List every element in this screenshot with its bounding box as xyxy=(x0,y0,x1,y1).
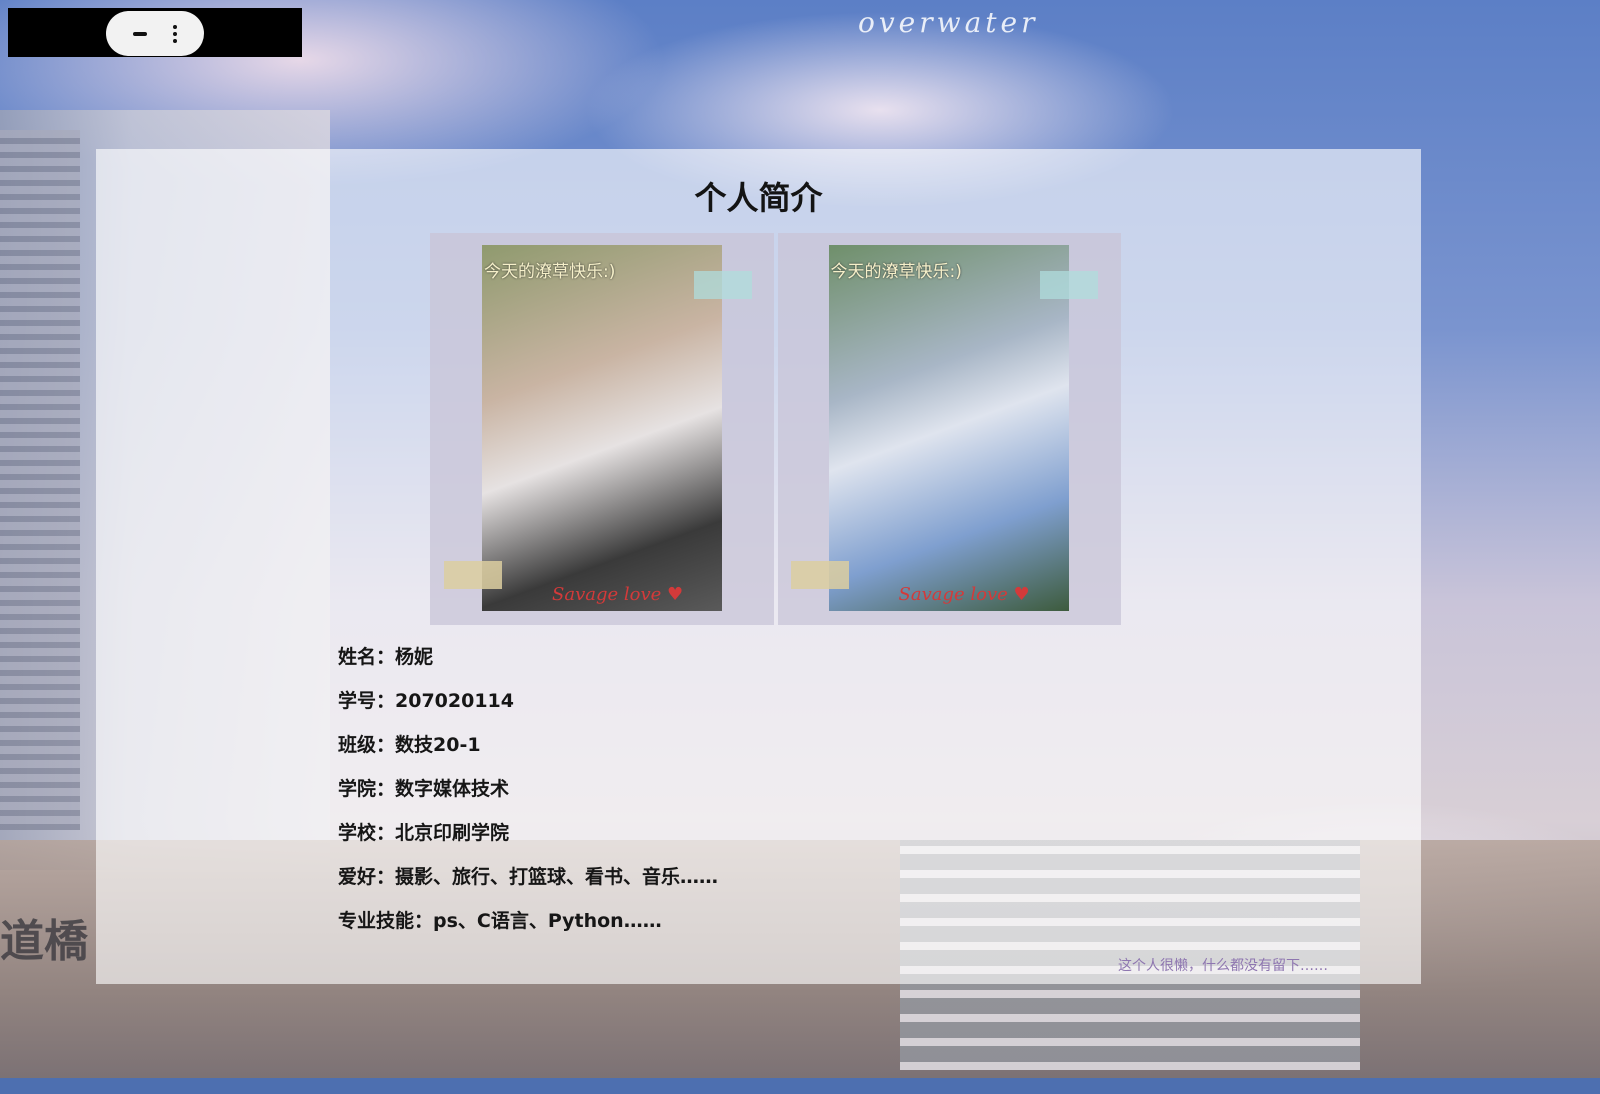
profile-card: 个人简介 今天的潦草快乐:) Savage love ♥ 今天的潦草快乐:) S… xyxy=(96,149,1421,984)
background-sign: 道橋 xyxy=(0,916,88,967)
tape-decoration xyxy=(694,271,752,299)
info-college: 学院：数字媒体技术 xyxy=(338,778,510,800)
tape-decoration xyxy=(444,561,502,589)
page-title: 个人简介 xyxy=(694,179,823,217)
photo-caption: 今天的潦草快乐:) xyxy=(484,262,616,282)
info-skills: 专业技能：ps、C语言、Python…… xyxy=(338,910,662,932)
info-class: 班级：数技20-1 xyxy=(338,734,481,756)
profile-photo: 今天的潦草快乐:) Savage love ♥ xyxy=(828,245,1069,611)
tape-decoration xyxy=(1039,271,1098,299)
info-school: 学校：北京印刷学院 xyxy=(338,822,510,844)
photo-frame: 今天的潦草快乐:) Savage love ♥ xyxy=(777,233,1121,625)
info-hobbies: 爱好：摄影、旅行、打篮球、看书、音乐…… xyxy=(338,866,719,888)
site-logo[interactable]: overwater xyxy=(858,6,1039,39)
footer-note: 这个人很懒，什么都没有留下…… xyxy=(1118,958,1328,974)
bottom-bar xyxy=(0,1078,1600,1094)
photo-frame: 今天的潦草快乐:) Savage love ♥ xyxy=(430,233,774,625)
background-building-facade xyxy=(0,130,80,830)
kebab-menu-icon[interactable] xyxy=(173,24,178,43)
tape-decoration xyxy=(790,561,849,589)
minimize-icon[interactable] xyxy=(132,31,147,36)
window-control-pill xyxy=(106,11,204,56)
photo-signature: Savage love ♥ xyxy=(898,584,1030,605)
photo-caption: 今天的潦草快乐:) xyxy=(830,262,962,282)
photo-gallery: 今天的潦草快乐:) Savage love ♥ 今天的潦草快乐:) Savage… xyxy=(430,233,1121,625)
profile-info-list: 姓名：杨妮 学号：207020114 班级：数技20-1 学院：数字媒体技术 学… xyxy=(338,645,718,953)
info-student-id: 学号：207020114 xyxy=(338,690,514,712)
photo-signature: Savage love ♥ xyxy=(552,584,684,605)
profile-photo: 今天的潦草快乐:) Savage love ♥ xyxy=(482,245,722,611)
info-name: 姓名：杨妮 xyxy=(338,646,434,668)
